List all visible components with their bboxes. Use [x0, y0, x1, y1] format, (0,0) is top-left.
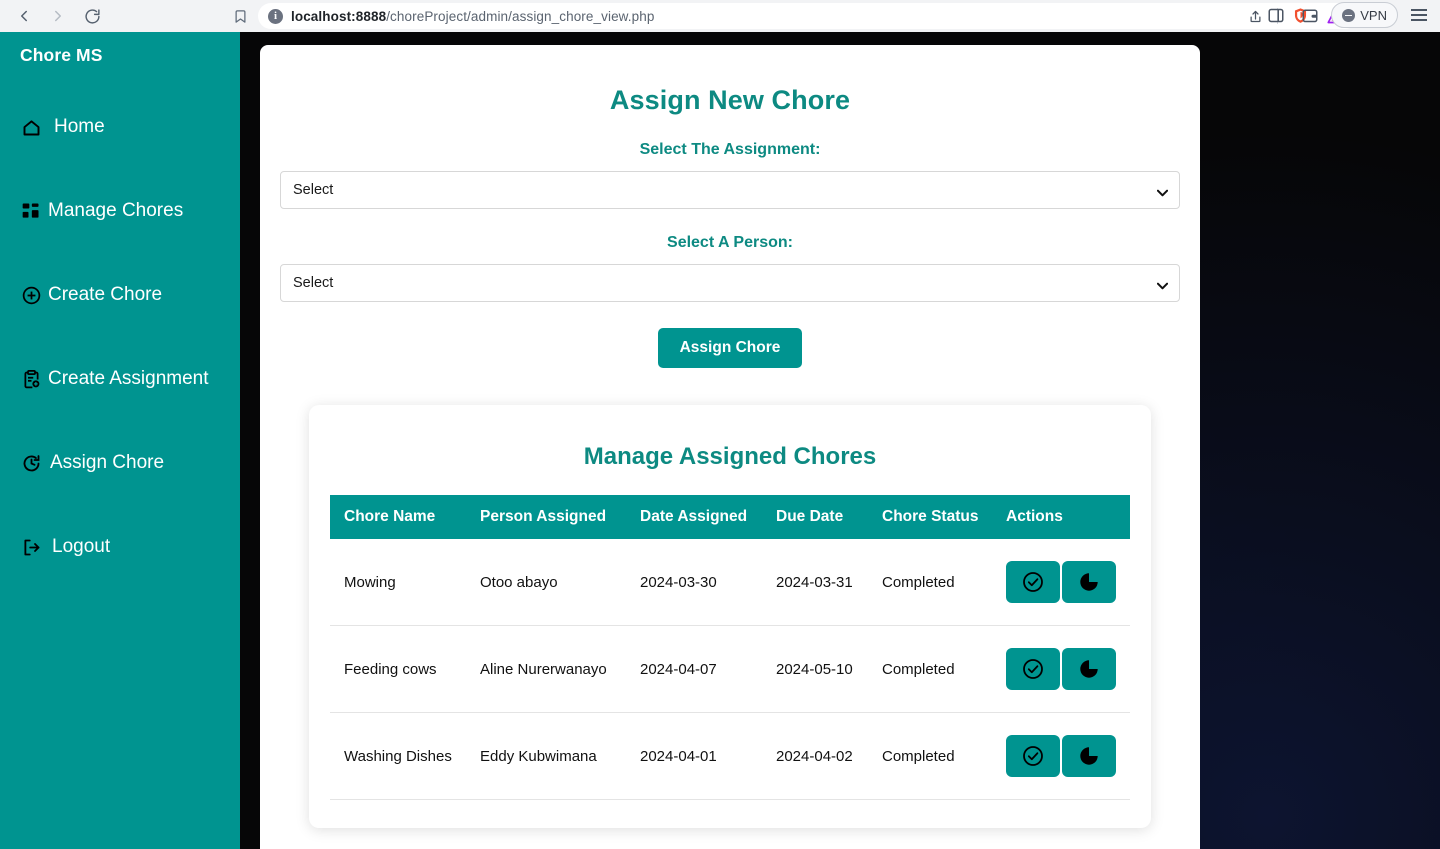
table-title: Manage Assigned Chores	[583, 443, 877, 470]
sidebar-toggle-icon[interactable]	[1263, 2, 1289, 28]
sidebar-label-create-assignment: Create Assignment	[48, 368, 209, 389]
table-header-row: Chore Name Person Assigned Date Assigned…	[330, 495, 1130, 539]
sidebar-label-logout: Logout	[52, 536, 111, 557]
url-host: localhost:8888	[291, 8, 387, 24]
sidebar-label-assign-chore: Assign Chore	[50, 452, 165, 473]
delete-button[interactable]	[1062, 735, 1116, 777]
main-content: Assign New Chore Select The Assignment: …	[260, 45, 1200, 849]
assigned-chores-table: Chore Name Person Assigned Date Assigned…	[330, 495, 1130, 800]
url-path: /choreProject/admin/assign_chore_view.ph…	[386, 8, 655, 24]
sidebar-item-create-chore[interactable]: Create Chore	[0, 278, 240, 312]
browser-toolbar: i localhost:8888/choreProject/admin/assi…	[0, 0, 1440, 32]
site-info-icon[interactable]: i	[268, 8, 283, 24]
brand-title: Chore MS	[20, 45, 103, 65]
column-header-date-assigned: Date Assigned	[640, 508, 748, 525]
vpn-status-icon	[1342, 8, 1356, 22]
sidebar-item-logout[interactable]: Logout	[0, 530, 240, 564]
cell-due-date: 2024-04-02	[776, 712, 882, 800]
delete-button[interactable]	[1062, 561, 1116, 603]
cell-chore-name: Washing Dishes	[330, 712, 480, 800]
check-circle-icon	[1021, 570, 1045, 594]
page-title: Assign New Chore	[609, 85, 851, 115]
address-bar[interactable]: i localhost:8888/choreProject/admin/assi…	[258, 3, 1358, 29]
cell-chore-status: Completed	[882, 625, 1006, 713]
table-head: Chore Name Person Assigned Date Assigned…	[330, 495, 1130, 539]
sidebar-label-manage-chores: Manage Chores	[48, 200, 184, 221]
column-header-due-date: Due Date	[776, 508, 844, 525]
vpn-label: VPN	[1360, 7, 1387, 23]
person-select-wrapper: Select	[280, 264, 1180, 302]
vpn-button[interactable]: VPN	[1331, 2, 1398, 28]
sidebar-label-create-chore: Create Chore	[48, 284, 163, 305]
back-button[interactable]	[10, 2, 38, 30]
navigation-buttons	[0, 2, 106, 30]
assignment-select[interactable]: Select	[280, 171, 1180, 209]
row-actions	[1006, 561, 1130, 603]
cell-due-date: 2024-03-31	[776, 539, 882, 626]
sidebar: Chore MS Home Manage Chores Create Chore…	[0, 32, 240, 849]
column-header-person-assigned: Person Assigned	[480, 508, 607, 525]
column-header-actions: Actions	[1006, 508, 1063, 525]
sidebar-nav: Home Manage Chores Create Chore Create A…	[0, 110, 240, 564]
pie-chart-icon	[1078, 658, 1100, 680]
cell-actions	[1006, 712, 1130, 800]
bookmark-icon[interactable]	[228, 4, 252, 28]
grid-icon	[20, 200, 42, 222]
forward-button[interactable]	[44, 2, 72, 30]
url-text: localhost:8888/choreProject/admin/assign…	[291, 9, 654, 24]
browser-menu-icon[interactable]	[1406, 2, 1432, 28]
check-circle-icon	[1021, 657, 1045, 681]
mark-complete-button[interactable]	[1006, 561, 1060, 603]
mark-complete-button[interactable]	[1006, 648, 1060, 690]
table-row: Mowing Otoo abayo 2024-03-30 2024-03-31 …	[330, 539, 1130, 626]
table-body: Mowing Otoo abayo 2024-03-30 2024-03-31 …	[330, 539, 1130, 800]
person-select-label: Select A Person:	[667, 234, 793, 251]
column-header-chore-status: Chore Status	[882, 508, 979, 525]
cell-due-date: 2024-05-10	[776, 625, 882, 713]
person-select[interactable]: Select	[280, 264, 1180, 302]
sidebar-label-home: Home	[54, 116, 105, 137]
sidebar-item-create-assignment[interactable]: Create Assignment	[0, 362, 240, 396]
cell-chore-name: Mowing	[330, 539, 480, 626]
cell-actions	[1006, 539, 1130, 626]
assigned-chores-card: Manage Assigned Chores Chore Name Person…	[309, 405, 1151, 828]
sidebar-item-assign-chore[interactable]: Assign Chore	[0, 446, 240, 480]
cell-chore-status: Completed	[882, 539, 1006, 626]
cell-person-assigned: Otoo abayo	[480, 539, 640, 626]
assign-chore-button[interactable]: Assign Chore	[657, 328, 803, 368]
row-actions	[1006, 735, 1130, 777]
clock-rotate-icon	[20, 452, 42, 474]
cell-date-assigned: 2024-04-01	[640, 712, 776, 800]
cell-actions	[1006, 625, 1130, 713]
delete-button[interactable]	[1062, 648, 1116, 690]
wallet-icon[interactable]	[1297, 2, 1323, 28]
browser-right-actions: VPN	[1263, 2, 1432, 28]
row-actions	[1006, 648, 1130, 690]
pie-chart-icon	[1078, 745, 1100, 767]
mark-complete-button[interactable]	[1006, 735, 1060, 777]
check-circle-icon	[1021, 744, 1045, 768]
cell-person-assigned: Aline Nurerwanayo	[480, 625, 640, 713]
cell-date-assigned: 2024-03-30	[640, 539, 776, 626]
clipboard-plus-icon	[20, 368, 42, 390]
plus-circle-icon	[20, 284, 42, 306]
cell-chore-name: Feeding cows	[330, 625, 480, 713]
assignment-select-label: Select The Assignment:	[639, 141, 821, 158]
column-header-chore-name: Chore Name	[344, 508, 436, 525]
reload-button[interactable]	[78, 2, 106, 30]
sidebar-item-home[interactable]: Home	[0, 110, 240, 144]
cell-person-assigned: Eddy Kubwimana	[480, 712, 640, 800]
table-row: Feeding cows Aline Nurerwanayo 2024-04-0…	[330, 625, 1130, 713]
cell-chore-status: Completed	[882, 712, 1006, 800]
home-icon	[20, 116, 42, 138]
assignment-select-wrapper: Select	[280, 171, 1180, 209]
table-row: Washing Dishes Eddy Kubwimana 2024-04-01…	[330, 712, 1130, 800]
cell-date-assigned: 2024-04-07	[640, 625, 776, 713]
logout-icon	[20, 536, 42, 558]
sidebar-item-manage-chores[interactable]: Manage Chores	[0, 194, 240, 228]
pie-chart-icon	[1078, 571, 1100, 593]
